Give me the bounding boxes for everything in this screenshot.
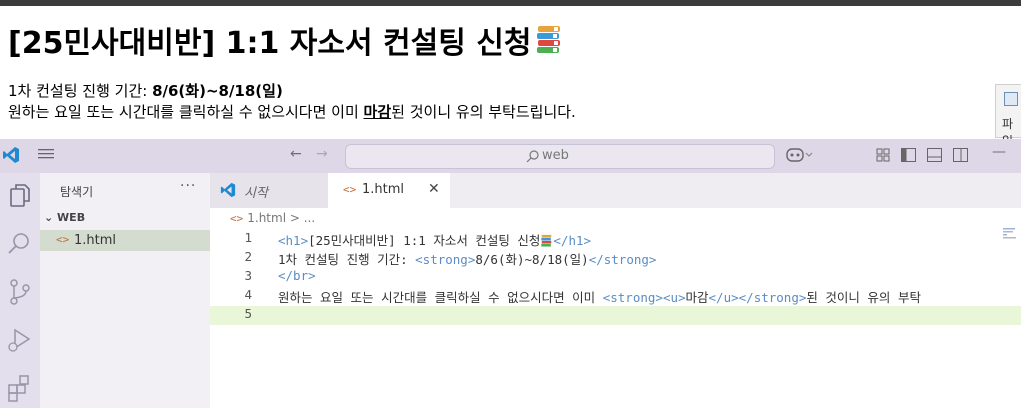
minimap[interactable] xyxy=(1003,225,1017,239)
code-text: 된 것이니 유의 부탁 xyxy=(806,290,921,305)
line-text: 원하는 요일 또는 시간대를 클릭하실 수 없으시다면 이미 <strong><… xyxy=(278,287,921,306)
html-file-icon: <> xyxy=(56,233,70,246)
file-icon xyxy=(1004,92,1018,106)
vscode-window: ← → web — 탐색기 ··· ⌄ WEB <> 1.html 시작 <> … xyxy=(0,139,1021,408)
code-line[interactable]: 3 </br> xyxy=(210,268,1021,287)
vscode-logo-icon xyxy=(220,182,236,202)
activity-bar xyxy=(0,173,40,408)
books-emoji-icon xyxy=(534,24,564,62)
notice-closed: 마감 xyxy=(363,103,392,121)
explorer-title: 탐색기 xyxy=(60,185,94,199)
files-icon[interactable] xyxy=(5,181,35,211)
html-tag: <strong> xyxy=(602,290,663,305)
file-item-1-html[interactable]: <> 1.html xyxy=(40,230,210,251)
folder-web[interactable]: ⌄ WEB xyxy=(44,211,85,224)
consulting-period: 1차 컨설팅 진행 기간: 8/6(화)~8/18(일) xyxy=(8,80,283,101)
arrow-left-icon[interactable]: ← xyxy=(290,146,302,162)
html-tag: <h1> xyxy=(278,233,309,248)
html-tag: </u> xyxy=(708,290,739,305)
html-tag: <u> xyxy=(662,290,686,305)
notice-before: 원하는 요일 또는 시간대를 클릭하실 수 없으시다면 이미 xyxy=(8,103,364,121)
line-number: 1 xyxy=(244,230,252,245)
titlebar: ← → web — xyxy=(0,139,1021,173)
tab-welcome-label: 시작 xyxy=(244,186,268,201)
toggle-secondary-sidebar-icon[interactable] xyxy=(953,148,968,166)
html-tag: </strong> xyxy=(588,252,657,267)
tab-welcome[interactable]: 시작 xyxy=(210,173,328,208)
folder-name: WEB xyxy=(57,211,86,224)
breadcrumb-text: 1.html > ... xyxy=(247,211,316,225)
chevron-down-icon: ⌄ xyxy=(44,211,58,224)
close-icon[interactable]: ✕ xyxy=(428,181,440,197)
toggle-panel-icon[interactable] xyxy=(927,148,942,166)
command-center-search[interactable]: web xyxy=(345,144,775,169)
file-name: 1.html xyxy=(74,233,117,248)
line-number: 4 xyxy=(244,287,252,302)
code-line[interactable]: 4 원하는 요일 또는 시간대를 클릭하실 수 없으시다면 이미 <strong>… xyxy=(210,287,1021,306)
html-tag: </strong> xyxy=(738,290,807,305)
customize-layout-icon[interactable] xyxy=(876,148,890,166)
line-text: <h1>[25민사대비반] 1:1 자소서 컨설팅 신청 </h1> xyxy=(278,230,591,249)
editor-tabs: 시작 <> 1.html ✕ xyxy=(210,173,1021,208)
explorer-sidebar: 탐색기 ··· ⌄ WEB <> 1.html xyxy=(40,173,210,408)
line-number: 3 xyxy=(244,268,252,283)
code-text: 원하는 요일 또는 시간대를 클릭하실 수 없으시다면 이미 xyxy=(278,290,603,305)
browser-top-strip xyxy=(0,0,1021,6)
code-line[interactable]: 1 <h1>[25민사대비반] 1:1 자소서 컨설팅 신청 </h1> xyxy=(210,230,1021,249)
period-label: 1차 컨설팅 진행 기간: xyxy=(8,82,153,100)
tab-1-html-label: 1.html xyxy=(362,182,405,197)
run-debug-icon[interactable] xyxy=(5,325,35,355)
file-explorer-widget[interactable]: 파일 xyxy=(995,84,1021,148)
line-number: 2 xyxy=(244,249,252,264)
notice-after: 된 것이니 유의 부탁드립니다. xyxy=(391,103,576,121)
code-text: 8/6(화)~8/18(일) xyxy=(475,252,589,267)
search-text: web xyxy=(542,148,569,163)
vscode-logo-icon xyxy=(2,146,20,168)
breadcrumb[interactable]: <> 1.html > ... xyxy=(230,211,315,225)
html-file-icon: <> xyxy=(343,183,357,196)
minimize-icon[interactable]: — xyxy=(992,144,1006,160)
hamburger-menu-icon[interactable] xyxy=(38,147,54,165)
line-text: </br> xyxy=(278,268,316,283)
search-icon xyxy=(526,148,540,167)
extensions-icon[interactable] xyxy=(5,373,35,403)
more-actions-icon[interactable]: ··· xyxy=(180,178,196,194)
html-file-icon: <> xyxy=(230,212,244,225)
line-number: 5 xyxy=(244,306,252,321)
books-emoji-icon xyxy=(540,233,553,248)
toggle-primary-sidebar-icon[interactable] xyxy=(901,148,916,166)
editor-area: 시작 <> 1.html ✕ <> 1.html > ... 1 <h1>[25민사… xyxy=(210,173,1021,408)
code-line[interactable]: 5 xyxy=(210,306,1021,325)
code-line[interactable]: 2 1차 컨설팅 진행 기간: <strong>8/6(화)~8/18(일)</s… xyxy=(210,249,1021,268)
page-title-text: [25민사대비반] 1:1 자소서 컨설팅 신청 xyxy=(8,26,532,61)
copilot-icon[interactable] xyxy=(786,146,814,168)
notice-text: 원하는 요일 또는 시간대를 클릭하실 수 없으시다면 이미 마감된 것이니 유… xyxy=(8,101,576,122)
period-value: 8/6(화)~8/18(일) xyxy=(152,82,283,100)
page-title: [25민사대비반] 1:1 자소서 컨설팅 신청 xyxy=(8,18,564,64)
tab-1-html[interactable]: <> 1.html ✕ xyxy=(328,173,450,208)
html-tag: </h1> xyxy=(553,233,592,248)
code-text: [25민사대비반] 1:1 자소서 컨설팅 신청 xyxy=(308,233,541,248)
line-text: 1차 컨설팅 진행 기간: <strong>8/6(화)~8/18(일)</st… xyxy=(278,249,656,268)
arrow-right-icon[interactable]: → xyxy=(316,146,328,162)
source-control-icon[interactable] xyxy=(5,277,35,307)
code-text: 마감 xyxy=(685,290,709,305)
html-tag: <strong> xyxy=(415,252,476,267)
code-text: 1차 컨설팅 진행 기간: xyxy=(278,252,416,267)
search-icon[interactable] xyxy=(5,229,35,259)
html-tag: </br> xyxy=(278,268,316,283)
